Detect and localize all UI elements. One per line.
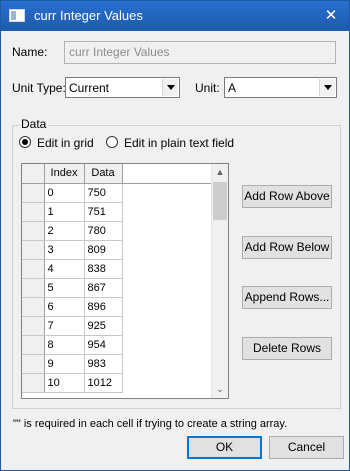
add-row-below-button[interactable]: Add Row Below [242, 236, 332, 259]
dialog-window: curr Integer Values ✕ Name: curr Integer… [0, 0, 350, 471]
grid-empty-header [122, 164, 213, 184]
grid-empty-area [122, 183, 213, 202]
data-cell[interactable]: 925 [84, 316, 123, 336]
window-icon [9, 9, 25, 22]
grid-empty-area [122, 297, 213, 316]
chevron-down-icon[interactable] [162, 79, 178, 96]
unit-type-select[interactable]: Current [65, 77, 180, 98]
data-cell[interactable]: 867 [84, 278, 123, 298]
index-cell[interactable]: 5 [44, 278, 85, 298]
scroll-down-icon[interactable]: ⌄ [212, 381, 228, 398]
table-row[interactable]: 4 838 [22, 259, 213, 279]
row-header[interactable] [22, 354, 45, 374]
row-header[interactable] [22, 221, 45, 241]
data-cell[interactable]: 751 [84, 202, 123, 222]
unit-select[interactable]: A [224, 77, 337, 98]
edit-in-grid-label[interactable]: Edit in grid [37, 136, 94, 150]
data-cell[interactable]: 1012 [84, 373, 123, 393]
unit-type-label: Unit Type: [12, 81, 66, 95]
data-cell[interactable]: 983 [84, 354, 123, 374]
scroll-up-icon[interactable]: ▲ [212, 164, 228, 181]
index-cell[interactable]: 3 [44, 240, 85, 260]
title-bar[interactable]: curr Integer Values ✕ [1, 1, 349, 31]
column-header-index[interactable]: Index [44, 164, 85, 184]
data-cell[interactable]: 809 [84, 240, 123, 260]
grid-corner[interactable] [22, 164, 45, 184]
column-header-data[interactable]: Data [84, 164, 123, 184]
index-cell[interactable]: 10 [44, 373, 85, 393]
edit-in-text-radio[interactable] [106, 136, 118, 148]
data-grid[interactable]: Index Data 0 750 1 751 2 780 3 809 4 838 5 867 6 896 7… [21, 163, 229, 399]
index-cell[interactable]: 6 [44, 297, 85, 317]
delete-rows-button[interactable]: Delete Rows [242, 337, 332, 360]
grid-empty-area [122, 221, 213, 240]
data-group-legend: Data [19, 117, 49, 131]
grid-empty-area [122, 335, 213, 354]
row-header[interactable] [22, 183, 45, 203]
row-header[interactable] [22, 316, 45, 336]
table-row[interactable]: 5 867 [22, 278, 213, 298]
unit-type-value: Current [69, 81, 110, 95]
table-row[interactable]: 0 750 [22, 183, 213, 203]
grid-empty-area [122, 354, 213, 373]
table-row[interactable]: 8 954 [22, 335, 213, 355]
grid-empty-area [122, 278, 213, 297]
scrollbar-thumb[interactable] [213, 182, 227, 220]
grid-scrollbar[interactable]: ▲ ⌄ [211, 164, 228, 398]
grid-empty-area [122, 240, 213, 259]
row-header[interactable] [22, 259, 45, 279]
index-cell[interactable]: 2 [44, 221, 85, 241]
table-row[interactable]: 1 751 [22, 202, 213, 222]
edit-in-grid-radio[interactable] [19, 136, 31, 148]
data-cell[interactable]: 896 [84, 297, 123, 317]
append-rows-button[interactable]: Append Rows... [242, 286, 332, 309]
ok-button[interactable]: OK [187, 436, 262, 459]
string-array-note: "" is required in each cell if trying to… [13, 418, 288, 430]
grid-empty-area [122, 259, 213, 278]
table-row[interactable]: 7 925 [22, 316, 213, 336]
close-icon[interactable]: ✕ [313, 1, 349, 31]
index-cell[interactable]: 1 [44, 202, 85, 222]
grid-empty-area [122, 373, 213, 392]
table-row[interactable]: 9 983 [22, 354, 213, 374]
table-row[interactable]: 3 809 [22, 240, 213, 260]
row-header[interactable] [22, 335, 45, 355]
grid-header-row: Index Data [22, 164, 213, 184]
grid-empty-area [122, 202, 213, 221]
data-cell[interactable]: 838 [84, 259, 123, 279]
row-header[interactable] [22, 373, 45, 393]
cancel-button[interactable]: Cancel [269, 436, 344, 459]
edit-in-text-label[interactable]: Edit in plain text field [124, 136, 234, 150]
add-row-above-button[interactable]: Add Row Above [242, 185, 332, 208]
index-cell[interactable]: 9 [44, 354, 85, 374]
data-cell[interactable]: 780 [84, 221, 123, 241]
table-row[interactable]: 10 1012 [22, 373, 213, 393]
row-header[interactable] [22, 297, 45, 317]
table-row[interactable]: 2 780 [22, 221, 213, 241]
row-header[interactable] [22, 240, 45, 260]
unit-label: Unit: [195, 81, 220, 95]
unit-value: A [228, 81, 237, 95]
name-label: Name: [12, 45, 48, 59]
row-header[interactable] [22, 202, 45, 222]
grid-empty-area [122, 316, 213, 335]
window-title: curr Integer Values [34, 8, 143, 23]
chevron-down-icon[interactable] [319, 79, 335, 96]
index-cell[interactable]: 0 [44, 183, 85, 203]
index-cell[interactable]: 8 [44, 335, 85, 355]
data-cell[interactable]: 750 [84, 183, 123, 203]
index-cell[interactable]: 4 [44, 259, 85, 279]
data-cell[interactable]: 954 [84, 335, 123, 355]
name-input[interactable]: curr Integer Values [64, 41, 336, 64]
row-header[interactable] [22, 278, 45, 298]
table-row[interactable]: 6 896 [22, 297, 213, 317]
index-cell[interactable]: 7 [44, 316, 85, 336]
